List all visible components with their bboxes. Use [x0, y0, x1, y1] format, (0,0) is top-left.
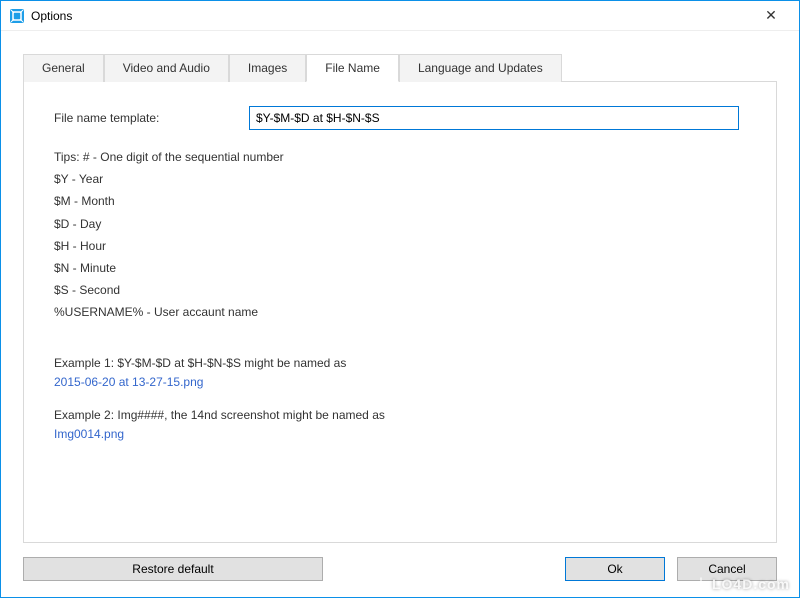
tip-day: $D - Day: [54, 213, 746, 235]
example-2-line2: Img0014.png: [54, 425, 746, 444]
tip-minute: $N - Minute: [54, 257, 746, 279]
example-1-line1: Example 1: $Y-$M-$D at $H-$N-$S might be…: [54, 354, 746, 373]
tab-images[interactable]: Images: [229, 54, 306, 82]
example-1-line2: 2015-06-20 at 13-27-15.png: [54, 373, 746, 392]
app-icon: [9, 8, 25, 24]
tips-block: Tips: # - One digit of the sequential nu…: [54, 146, 746, 324]
watermark-text: LO4D.com: [712, 576, 790, 592]
content-area: General Video and Audio Images File Name…: [1, 31, 799, 543]
panel-file-name: File name template: Tips: # - One digit …: [23, 82, 777, 543]
tab-file-name[interactable]: File Name: [306, 54, 399, 82]
watermark: LO4D.com: [694, 576, 790, 592]
tab-general[interactable]: General: [23, 54, 104, 82]
tip-second: $S - Second: [54, 279, 746, 301]
examples-block: Example 1: $Y-$M-$D at $H-$N-$S might be…: [54, 354, 746, 445]
ok-button[interactable]: Ok: [565, 557, 665, 581]
example-1: Example 1: $Y-$M-$D at $H-$N-$S might be…: [54, 354, 746, 392]
tip-username: %USERNAME% - User accaunt name: [54, 301, 746, 323]
titlebar: Options ✕: [1, 1, 799, 31]
template-input[interactable]: [249, 106, 739, 130]
example-2-line1: Example 2: Img####, the 14nd screenshot …: [54, 406, 746, 425]
tab-video-audio[interactable]: Video and Audio: [104, 54, 229, 82]
template-row: File name template:: [54, 106, 746, 130]
tip-month: $M - Month: [54, 190, 746, 212]
tips-header: Tips: # - One digit of the sequential nu…: [54, 146, 746, 168]
tab-bar: General Video and Audio Images File Name…: [23, 53, 777, 82]
close-button[interactable]: ✕: [751, 2, 791, 30]
restore-default-button[interactable]: Restore default: [23, 557, 323, 581]
tip-year: $Y - Year: [54, 168, 746, 190]
tip-hour: $H - Hour: [54, 235, 746, 257]
download-icon: [694, 577, 708, 591]
window-title: Options: [31, 9, 751, 23]
template-label: File name template:: [54, 109, 249, 127]
button-bar: Restore default Ok Cancel: [1, 543, 799, 597]
example-2: Example 2: Img####, the 14nd screenshot …: [54, 406, 746, 444]
close-icon: ✕: [765, 7, 777, 24]
options-window: Options ✕ General Video and Audio Images…: [0, 0, 800, 598]
tab-language-updates[interactable]: Language and Updates: [399, 54, 562, 82]
